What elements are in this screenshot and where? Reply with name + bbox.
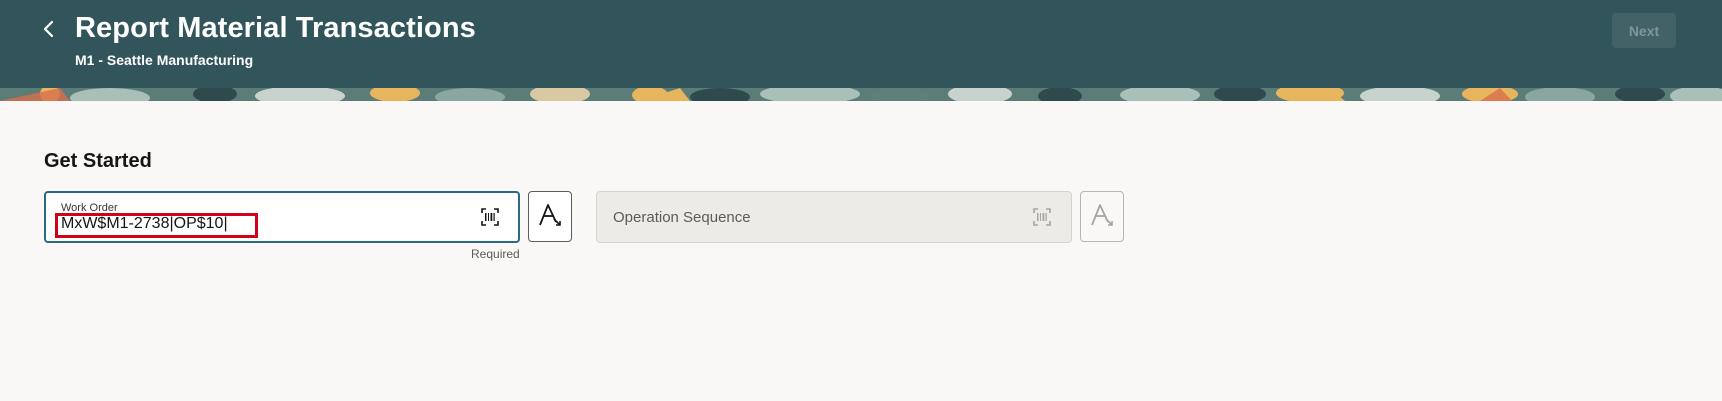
- header-banner: [0, 88, 1722, 101]
- work-order-label: Work Order: [61, 202, 118, 214]
- page-subtitle: M1 - Seattle Manufacturing: [75, 52, 254, 68]
- required-hint: Required: [471, 247, 520, 261]
- operation-sequence-field[interactable]: Operation Sequence: [596, 191, 1072, 243]
- text-recognition-icon: [1089, 202, 1115, 231]
- next-button[interactable]: Next: [1612, 13, 1676, 48]
- work-order-input[interactable]: [61, 215, 461, 233]
- operation-sequence-text-recognition-button[interactable]: [1080, 191, 1124, 242]
- operation-sequence-placeholder: Operation Sequence: [613, 209, 751, 226]
- barcode-scan-icon[interactable]: [480, 207, 500, 227]
- work-order-field[interactable]: Work Order: [44, 191, 520, 243]
- chevron-left-icon: [42, 20, 56, 43]
- back-button[interactable]: [36, 18, 62, 44]
- work-order-text-recognition-button[interactable]: [528, 191, 572, 242]
- page-title: Report Material Transactions: [75, 12, 476, 44]
- barcode-scan-icon[interactable]: [1032, 207, 1052, 227]
- section-title: Get Started: [44, 150, 152, 172]
- page-header: Report Material Transactions M1 - Seattl…: [0, 0, 1722, 101]
- text-recognition-icon: [537, 202, 563, 231]
